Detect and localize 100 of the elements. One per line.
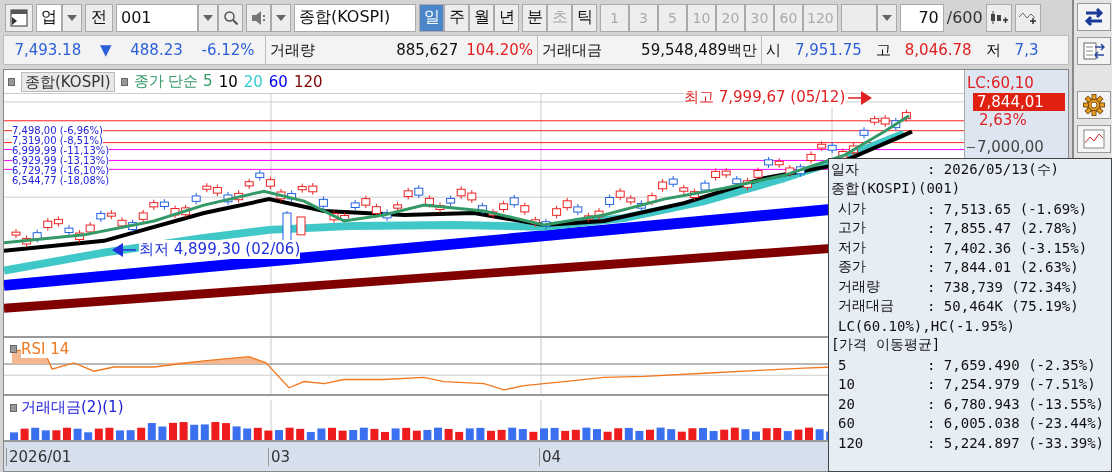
candlestick xyxy=(552,205,562,219)
price-value: 7,493.18 xyxy=(14,41,82,59)
count-input[interactable]: 70 xyxy=(899,3,944,32)
search-button[interactable] xyxy=(218,3,243,32)
toggle-icon[interactable] xyxy=(8,77,15,86)
candlestick xyxy=(265,176,275,190)
candlestick xyxy=(658,178,668,193)
low-label: 저 xyxy=(985,40,1001,60)
tooltip-label: 10 xyxy=(838,376,856,393)
count-max-text: /600 xyxy=(946,8,983,27)
candlestick xyxy=(870,115,880,126)
candlestick xyxy=(414,184,424,199)
candlestick xyxy=(255,169,265,182)
candlestick xyxy=(287,190,297,203)
tooltip-value: : 5,224.897 (-33.39%) xyxy=(927,434,1104,451)
toggle-icon[interactable] xyxy=(120,77,128,86)
candlestick xyxy=(901,109,911,123)
candlestick xyxy=(117,216,127,230)
open-value: 7,951.75 xyxy=(795,41,862,59)
swap-arrows-icon xyxy=(1083,7,1105,27)
prev-button[interactable]: 전 xyxy=(85,3,113,32)
tooltip-label: 시가 xyxy=(838,199,867,218)
intraday-tab[interactable]: 틱 xyxy=(572,3,597,32)
tooltip-value: : 6,780.943 (-13.55%) xyxy=(927,395,1104,412)
candlestick xyxy=(668,175,678,188)
candlestick xyxy=(138,209,148,223)
candlestick xyxy=(276,188,286,203)
candlestick xyxy=(477,202,487,215)
date-label: 03 xyxy=(268,447,291,466)
caret-icon xyxy=(881,14,892,21)
date-label: 2026/01 xyxy=(6,447,72,466)
toggle-icon[interactable] xyxy=(10,403,17,412)
rsi-label: RSI 14 xyxy=(21,340,70,358)
candlestick xyxy=(128,219,138,233)
candlestick xyxy=(541,218,551,230)
tooltip-value: : 7,513.65 (-1.69%) xyxy=(927,200,1088,217)
left-arrow-icon xyxy=(112,242,136,257)
candlestick xyxy=(43,217,53,232)
candlestick xyxy=(530,216,540,228)
amount-pane-label: 거래대금(2)(1) xyxy=(21,398,124,417)
candlestick xyxy=(859,126,869,139)
lc-label: LC:60,10 xyxy=(967,74,1035,93)
candlestick xyxy=(615,187,625,201)
tooltip-value: : 738,739 (72.34%) xyxy=(927,278,1079,295)
name-field[interactable]: 종합(KOSPI) xyxy=(294,3,416,32)
candlestick xyxy=(721,167,731,179)
chart-button[interactable] xyxy=(1077,125,1111,153)
candlestick xyxy=(562,197,572,212)
candlestick xyxy=(509,194,519,209)
candlestick xyxy=(96,209,106,223)
period-tab[interactable]: 월 xyxy=(469,3,494,32)
candlestick xyxy=(742,177,752,191)
last-rate: 2,63% xyxy=(979,111,1028,130)
volume-label: 거래량 xyxy=(270,40,315,60)
candlestick xyxy=(689,188,699,201)
tooltip-label: 종가 xyxy=(838,258,867,277)
intraday-tab[interactable]: 분 xyxy=(522,3,547,32)
amount-value: 59,548,489백만 xyxy=(641,40,757,60)
price-level-label: 6,544,77 (-18,08%) xyxy=(12,176,110,186)
candlestick xyxy=(32,229,42,244)
add-line-button[interactable] xyxy=(1014,3,1041,32)
toggle-icon[interactable] xyxy=(10,345,17,353)
series-button[interactable]: 종합(KOSPI) xyxy=(21,71,115,92)
price-level-label: 6,999,99 (-11,13%) xyxy=(12,146,110,156)
speaker-button[interactable] xyxy=(246,3,271,32)
candlestick xyxy=(350,199,360,211)
caret-icon xyxy=(67,14,77,21)
settings-button[interactable] xyxy=(1077,91,1111,119)
period-tab[interactable]: 일 xyxy=(419,3,444,32)
tooltip-text: LC(60.10%),HC(-1.95%) xyxy=(838,317,1015,334)
speaker-dropdown-button[interactable] xyxy=(271,3,291,32)
high-note: 최고 7,999,67 (05/12) xyxy=(684,88,846,107)
candlestick xyxy=(880,114,890,128)
candlestick xyxy=(159,198,169,210)
code-dropdown-button[interactable] xyxy=(198,3,218,32)
candlestick xyxy=(424,194,434,209)
add-candle-button[interactable] xyxy=(985,3,1012,32)
candlestick xyxy=(308,182,318,196)
code-input[interactable]: 001 xyxy=(116,3,198,32)
tooltip-label: 60 xyxy=(838,415,856,432)
candlestick xyxy=(212,184,222,197)
tooltip-label: 저가 xyxy=(838,238,867,257)
period-tab[interactable]: 년 xyxy=(494,3,519,32)
moving-average-label: 60 xyxy=(268,72,288,91)
list-arrow-icon xyxy=(1083,41,1105,61)
candlestick xyxy=(393,201,403,212)
open-label: 시 xyxy=(766,40,781,60)
market-dropdown-button[interactable] xyxy=(62,3,82,32)
candlestick xyxy=(340,212,350,224)
moving-average-label: 10 xyxy=(218,72,238,91)
list-button[interactable] xyxy=(1077,37,1111,65)
interval-dropdown-button[interactable] xyxy=(876,3,897,32)
market-select[interactable]: 업 xyxy=(36,3,62,32)
candlestick xyxy=(435,202,445,214)
tick-mark-icon xyxy=(967,146,975,149)
period-tab[interactable]: 주 xyxy=(444,3,469,32)
search-icon xyxy=(223,10,238,25)
tooltip-label: 120 xyxy=(838,434,865,451)
swap-button[interactable] xyxy=(1077,3,1111,31)
layout-button[interactable] xyxy=(5,3,33,32)
